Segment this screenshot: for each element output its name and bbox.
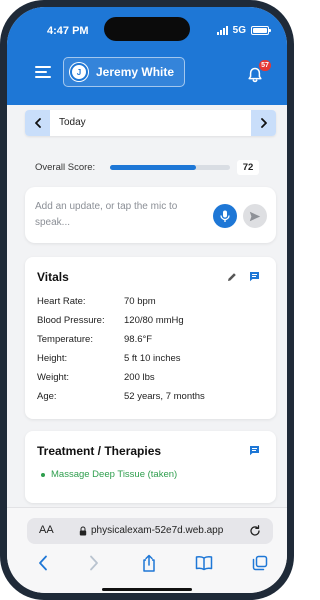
score-label: Overall Score: xyxy=(35,162,96,173)
bullet-icon xyxy=(41,472,45,477)
send-icon xyxy=(249,211,261,221)
microphone-icon xyxy=(220,210,230,222)
status-indicators: 5G xyxy=(216,25,271,36)
signal-icon xyxy=(216,26,228,35)
vitals-card: Vitals Heart Rate: 70 bpm Blood Pressure… xyxy=(25,257,276,419)
network-label: 5G xyxy=(232,25,246,36)
dynamic-island xyxy=(104,17,190,41)
vital-value: 52 years, 7 months xyxy=(124,391,205,402)
treatments-title: Treatment / Therapies xyxy=(37,444,162,458)
screen: 4:47 PM 5G J Jeremy White 57 Today Overa… xyxy=(7,7,287,593)
chevron-right-icon xyxy=(90,555,98,571)
address-bar[interactable]: AA physicalexam-52e7d.web.app xyxy=(27,518,273,544)
date-label: Today xyxy=(59,117,86,128)
send-button[interactable] xyxy=(243,204,267,228)
previous-day-button[interactable] xyxy=(25,110,50,136)
vital-label: Heart Rate: xyxy=(37,296,86,307)
date-navigator: Today xyxy=(25,110,276,136)
notification-badge: 57 xyxy=(258,59,272,72)
treatment-item: Massage Deep Tissue (taken) xyxy=(41,469,177,480)
vital-value: 5 ft 10 inches xyxy=(124,353,181,364)
user-selector-button[interactable]: J Jeremy White xyxy=(63,57,186,87)
vitals-title: Vitals xyxy=(37,270,69,284)
browser-bar: AA physicalexam-52e7d.web.app xyxy=(7,507,287,593)
score-progress-fill xyxy=(110,165,197,170)
share-button[interactable] xyxy=(140,554,158,572)
next-day-button[interactable] xyxy=(251,110,276,136)
reader-options-button[interactable]: AA xyxy=(39,524,54,536)
browser-toolbar xyxy=(7,554,287,578)
vital-value: 120/80 mmHg xyxy=(124,315,184,326)
score-value: 72 xyxy=(237,160,259,175)
vital-label: Height: xyxy=(37,353,68,364)
battery-icon xyxy=(251,26,271,35)
back-button[interactable] xyxy=(34,554,52,572)
comment-icon[interactable] xyxy=(249,271,260,282)
vital-value: 200 lbs xyxy=(124,372,155,383)
score-progress-bar xyxy=(110,165,230,170)
vital-label: Weight: xyxy=(37,372,70,383)
status-time: 4:47 PM xyxy=(47,25,89,37)
chevron-right-icon xyxy=(260,118,267,128)
avatar: J xyxy=(70,63,88,81)
treatments-card: Treatment / Therapies Massage Deep Tissu… xyxy=(25,431,276,503)
vital-value: 98.6°F xyxy=(124,334,153,345)
treatment-label: Massage Deep Tissue (taken) xyxy=(51,469,178,480)
tabs-button[interactable] xyxy=(251,554,269,572)
overall-score: Overall Score: 72 xyxy=(31,160,271,176)
user-name: Jeremy White xyxy=(96,65,175,79)
update-input[interactable]: Add an update, or tap the mic to speak..… xyxy=(25,187,276,243)
vital-label: Blood Pressure: xyxy=(37,315,105,326)
book-icon xyxy=(195,556,213,571)
home-indicator xyxy=(102,588,192,591)
phone-frame: 4:47 PM 5G J Jeremy White 57 Today Overa… xyxy=(0,0,294,600)
url-text[interactable]: physicalexam-52e7d.web.app xyxy=(91,525,223,536)
forward-button[interactable] xyxy=(85,554,103,572)
comment-icon[interactable] xyxy=(249,445,260,456)
tabs-icon xyxy=(252,555,268,571)
mic-button[interactable] xyxy=(213,204,237,228)
share-icon xyxy=(143,554,155,572)
reload-icon[interactable] xyxy=(249,525,261,537)
chevron-left-icon xyxy=(39,555,47,571)
update-placeholder[interactable]: Add an update, or tap the mic to speak..… xyxy=(35,199,205,231)
vital-value: 70 bpm xyxy=(124,296,156,307)
lock-icon xyxy=(79,526,87,536)
bookmarks-button[interactable] xyxy=(195,554,213,572)
chevron-left-icon xyxy=(34,118,41,128)
vital-label: Temperature: xyxy=(37,334,93,345)
vital-label: Age: xyxy=(37,391,57,402)
pencil-icon[interactable] xyxy=(227,272,237,282)
menu-icon[interactable] xyxy=(35,66,51,78)
